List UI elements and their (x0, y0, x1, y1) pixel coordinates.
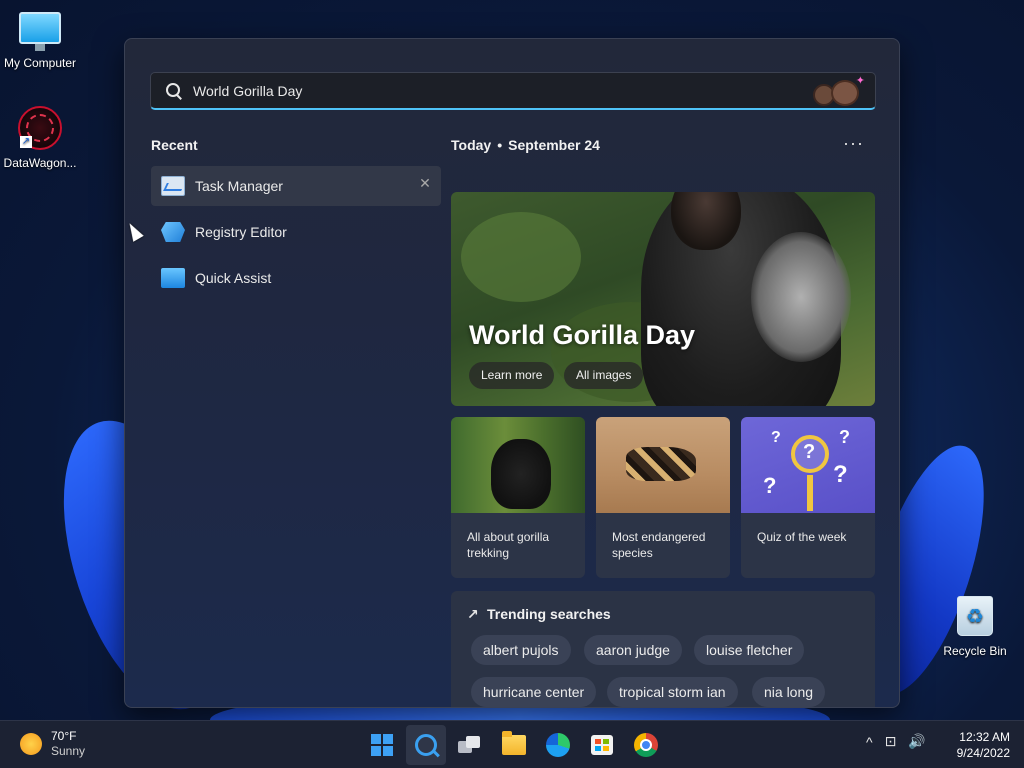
hero-foliage (461, 212, 581, 302)
file-explorer-button[interactable] (494, 725, 534, 765)
weather-widget[interactable]: 70°F Sunny (20, 729, 85, 759)
today-heading: Today • September 24 (451, 137, 600, 153)
sun-icon (20, 733, 42, 755)
recent-item-registry-editor[interactable]: Registry Editor (151, 212, 441, 252)
learn-more-button[interactable]: Learn more (469, 362, 555, 389)
trending-chip[interactable]: nia long (752, 677, 826, 707)
card-caption: Quiz of the week (757, 530, 847, 544)
taskbar-search-button[interactable] (406, 725, 446, 765)
recent-item-task-manager[interactable]: Task Manager ✕ (151, 166, 441, 206)
card-endangered-species[interactable]: Most endangered species (596, 417, 730, 578)
registry-editor-icon (161, 222, 185, 242)
search-box[interactable]: ✦ (150, 72, 876, 110)
desktop-icon-label: Recycle Bin (943, 644, 1007, 658)
show-hidden-icons-chevron-icon[interactable]: ^ (866, 734, 873, 750)
trending-searches: ↗ Trending searches albert pujols aaron j… (451, 591, 875, 707)
hero-card[interactable]: World Gorilla Day Learn more All images (451, 192, 875, 406)
system-tray: ^ ⊡ 🔊 (866, 733, 938, 750)
task-view-icon (458, 736, 482, 754)
trending-arrow-icon: ↗ (467, 606, 479, 622)
weather-condition: Sunny (51, 744, 86, 758)
hero-title: World Gorilla Day (469, 320, 696, 350)
task-view-button[interactable] (450, 725, 490, 765)
desktop-icon-recycle-bin[interactable]: ♻ Recycle Bin (935, 596, 1015, 658)
recent-heading: Recent (151, 137, 198, 153)
store-icon (591, 735, 613, 755)
shortcut-arrow-icon: ↗ (20, 136, 32, 148)
chrome-icon (634, 733, 658, 757)
trending-heading: ↗ Trending searches (467, 606, 611, 623)
search-icon (165, 82, 183, 100)
edge-icon (546, 733, 570, 757)
desktop-icon-label: My Computer (3, 56, 77, 70)
network-icon[interactable]: ⊡ (885, 733, 897, 750)
search-icon (415, 734, 437, 756)
trending-title: Trending searches (487, 606, 611, 622)
recycle-bin-icon: ♻ (957, 596, 993, 636)
card-gorilla-trekking[interactable]: All about gorilla trekking (451, 417, 585, 578)
today-label: Today (451, 137, 492, 153)
trending-chip[interactable]: hurricane center (471, 677, 597, 707)
desktop-icon-label: DataWagon... (3, 156, 77, 170)
search-panel: ✦ Recent Task Manager ✕ Registry Editor … (124, 38, 900, 708)
weather-temp: 70°F (51, 729, 77, 743)
trending-chip[interactable]: albert pujols (471, 635, 571, 665)
store-button[interactable] (582, 725, 622, 765)
trending-chip[interactable]: tropical storm ian (607, 677, 738, 707)
today-date: September 24 (508, 137, 600, 153)
gorilla-silverback (751, 232, 851, 362)
recent-item-label: Quick Assist (195, 270, 272, 286)
windows-logo-icon (371, 734, 393, 756)
desktop-icon-my-computer[interactable]: My Computer (0, 12, 80, 70)
search-highlight-gorilla-icon[interactable]: ✦ (807, 74, 867, 108)
recent-item-label: Registry Editor (195, 224, 287, 240)
task-manager-icon (161, 176, 185, 196)
close-icon[interactable]: ✕ (418, 176, 432, 190)
start-button[interactable] (362, 725, 402, 765)
taskbar-apps (360, 725, 668, 765)
quiz-image: ? ? ? ? ? (741, 417, 875, 513)
monitor-icon (19, 12, 61, 51)
desktop-icon-datawagon[interactable]: ↗ DataWagon... (0, 106, 80, 170)
trending-chip[interactable]: aaron judge (584, 635, 682, 665)
gorilla-trekking-image (451, 417, 585, 513)
more-options-icon[interactable]: ··· (843, 133, 864, 154)
chrome-button[interactable] (626, 725, 666, 765)
search-input[interactable] (193, 82, 807, 99)
clock-time: 12:32 AM (959, 730, 1010, 744)
volume-icon[interactable]: 🔊 (908, 733, 925, 750)
datawagon-icon: ↗ (18, 106, 62, 150)
trending-chip[interactable]: louise fletcher (694, 635, 805, 665)
edge-button[interactable] (538, 725, 578, 765)
card-caption: All about gorilla trekking (467, 530, 550, 560)
all-images-button[interactable]: All images (564, 362, 644, 389)
clock[interactable]: 12:32 AM 9/24/2022 (946, 729, 1010, 761)
recent-list: Task Manager ✕ Registry Editor Quick Ass… (151, 166, 441, 304)
clock-date: 9/24/2022 (956, 746, 1010, 760)
taskbar: 70°F Sunny ^ ⊡ 🔊 12:32 AM 9/24/2022 (0, 720, 1024, 768)
card-caption: Most endangered species (612, 530, 706, 560)
folder-icon (502, 731, 526, 755)
quick-assist-icon (161, 268, 185, 288)
card-quiz-of-the-week[interactable]: ? ? ? ? ? Quiz of the week (741, 417, 875, 578)
recent-item-quick-assist[interactable]: Quick Assist (151, 258, 441, 298)
recent-item-label: Task Manager (195, 178, 283, 194)
wild-dog-image (596, 417, 730, 513)
